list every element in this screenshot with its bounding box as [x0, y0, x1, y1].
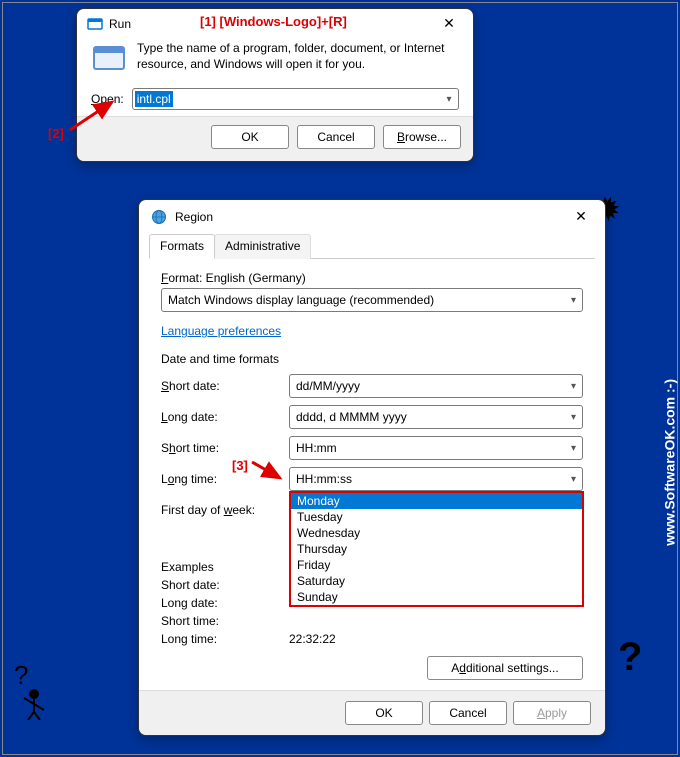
short-date-dropdown[interactable]: dd/MM/yyyy▾ [289, 374, 583, 398]
run-big-icon [91, 40, 127, 76]
region-apply-button[interactable]: Apply [513, 701, 591, 725]
additional-settings-button[interactable]: Additional settings... [427, 656, 583, 680]
cancel-button[interactable]: Cancel [297, 125, 375, 149]
run-icon [87, 16, 103, 32]
ok-button[interactable]: OK [211, 125, 289, 149]
svg-text:?: ? [14, 660, 28, 690]
long-date-dropdown[interactable]: dddd, d MMMM yyyy▾ [289, 405, 583, 429]
annotation-3-arrow [248, 458, 288, 484]
tab-administrative[interactable]: Administrative [214, 234, 311, 259]
day-option-saturday[interactable]: Saturday [291, 573, 582, 589]
short-time-label: Short time: [161, 441, 289, 455]
language-preferences-link[interactable]: Language preferences [161, 324, 281, 338]
ex-short-date-label: Short date: [161, 578, 289, 592]
decoration-question-figure: ? [12, 660, 52, 727]
short-date-label: Short date: [161, 379, 289, 393]
chevron-down-icon[interactable]: ▾ [440, 94, 458, 105]
region-cancel-button[interactable]: Cancel [429, 701, 507, 725]
annotation-3: [3] [232, 458, 248, 473]
close-icon[interactable]: ✕ [567, 208, 595, 225]
ex-long-time-value: 22:32:22 [289, 632, 336, 646]
globe-icon [151, 209, 167, 225]
long-time-dropdown[interactable]: HH:mm:ss▾ [289, 467, 583, 491]
side-url-text: www.SoftwareOK.com :-) [662, 379, 678, 546]
chevron-down-icon[interactable]: ▾ [571, 381, 576, 392]
tab-strip: Formats Administrative [149, 233, 595, 259]
format-value: Match Windows display language (recommen… [168, 293, 434, 307]
region-titlebar[interactable]: Region ✕ [139, 200, 605, 229]
format-dropdown[interactable]: Match Windows display language (recommen… [161, 288, 583, 312]
region-title: Region [175, 210, 567, 224]
open-combobox[interactable]: intl.cpl ▾ [132, 88, 459, 110]
chevron-down-icon[interactable]: ▾ [571, 474, 576, 485]
browse-button[interactable]: Browse... [383, 125, 461, 149]
ex-long-date-label: Long date: [161, 596, 289, 610]
svg-text:?: ? [618, 635, 642, 679]
first-day-label: First day of week: [161, 503, 289, 517]
run-dialog: Run ✕ Type the name of a program, folder… [76, 8, 474, 162]
annotation-2: [2] [48, 126, 64, 141]
chevron-down-icon[interactable]: ▾ [571, 443, 576, 454]
region-ok-button[interactable]: OK [345, 701, 423, 725]
day-option-thursday[interactable]: Thursday [291, 541, 582, 557]
ex-short-time-label: Short time: [161, 614, 289, 628]
day-option-wednesday[interactable]: Wednesday [291, 525, 582, 541]
date-time-formats-label: Date and time formats [161, 352, 583, 366]
long-date-label: Long date: [161, 410, 289, 424]
tab-formats[interactable]: Formats [149, 234, 215, 259]
day-option-monday[interactable]: Monday [291, 493, 582, 509]
annotation-1: [1] [Windows-Logo]+[R] [200, 14, 347, 29]
close-icon[interactable]: ✕ [435, 15, 463, 32]
format-label: Format: English (Germany) [161, 271, 583, 285]
decoration-question-mark: ? [610, 630, 650, 697]
ex-long-time-label: Long time: [161, 632, 289, 646]
annotation-2-arrow [64, 96, 124, 136]
open-value: intl.cpl [135, 91, 173, 107]
day-option-friday[interactable]: Friday [291, 557, 582, 573]
run-description: Type the name of a program, folder, docu… [137, 40, 459, 76]
chevron-down-icon[interactable]: ▾ [571, 412, 576, 423]
region-dialog: Region ✕ Formats Administrative Format: … [138, 199, 606, 736]
chevron-down-icon[interactable]: ▾ [571, 295, 576, 306]
day-option-tuesday[interactable]: Tuesday [291, 509, 582, 525]
day-option-sunday[interactable]: Sunday [291, 589, 582, 605]
first-day-option-list[interactable]: Monday Tuesday Wednesday Thursday Friday… [289, 491, 584, 607]
short-time-dropdown[interactable]: HH:mm▾ [289, 436, 583, 460]
